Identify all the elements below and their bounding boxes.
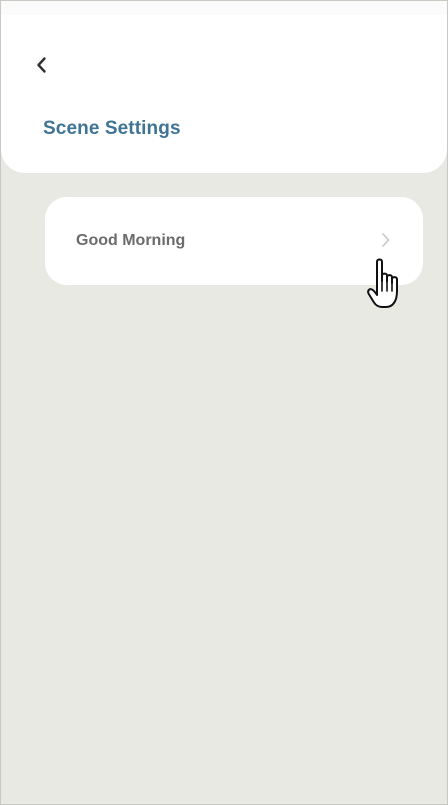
scene-label: Good Morning: [76, 232, 186, 249]
header: Scene Settings: [1, 1, 447, 173]
scene-item-good-morning[interactable]: Good Morning: [45, 197, 423, 285]
chevron-left-icon: [34, 56, 48, 79]
app-screen: Scene Settings Good Morning: [0, 0, 448, 805]
page-title: Scene Settings: [43, 118, 181, 139]
status-bar: [1, 1, 447, 15]
back-button[interactable]: [25, 51, 57, 83]
